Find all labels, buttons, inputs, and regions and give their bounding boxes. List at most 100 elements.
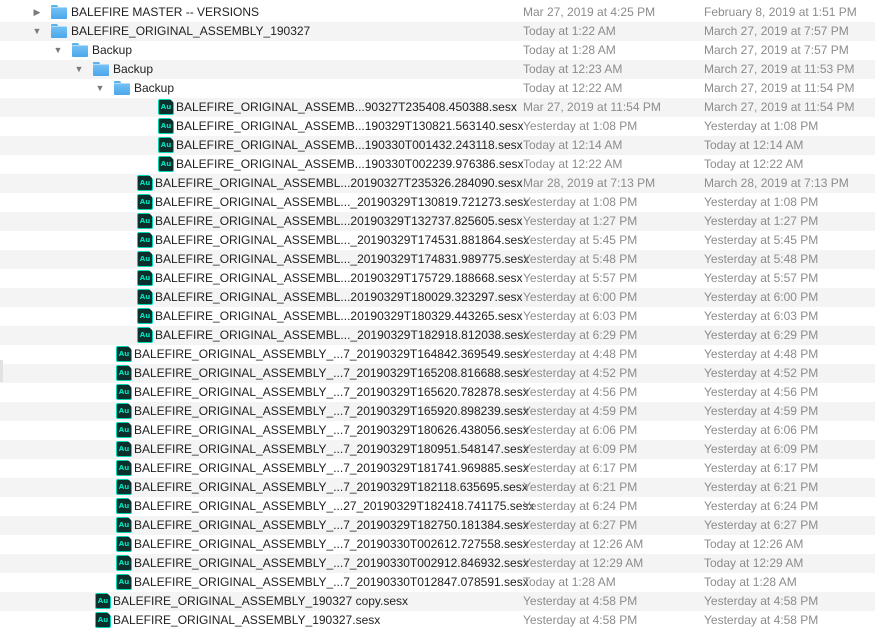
date-created: Yesterday at 4:58 PM [704, 613, 819, 627]
file-row[interactable]: Au BALEFIRE_ORIGINAL_ASSEMBL..._20190329T… [0, 231, 875, 250]
date-created: March 27, 2019 at 11:54 PM [704, 100, 855, 114]
item-name: BALEFIRE_ORIGINAL_ASSEMBL..._20190329T18… [155, 328, 530, 342]
file-row[interactable]: Au BALEFIRE_ORIGINAL_ASSEMBLY_...7_201903… [0, 516, 875, 535]
audition-file-icon: Au [158, 99, 174, 115]
file-row[interactable]: Au BALEFIRE_ORIGINAL_ASSEMBLY_...7_201903… [0, 459, 875, 478]
file-row[interactable]: Au BALEFIRE_ORIGINAL_ASSEMBLY_190327.sesx… [0, 611, 875, 630]
file-row[interactable]: Au BALEFIRE_ORIGINAL_ASSEMBL..._20190329T… [0, 250, 875, 269]
item-name: BALEFIRE_ORIGINAL_ASSEMBLY_190327 copy.s… [113, 594, 409, 608]
date-created: Yesterday at 6:24 PM [704, 499, 819, 513]
item-name: BALEFIRE_ORIGINAL_ASSEMBLY_...7_20190329… [134, 442, 529, 456]
file-row[interactable]: Au BALEFIRE_ORIGINAL_ASSEMBLY_...7_201903… [0, 345, 875, 364]
item-name: BALEFIRE_ORIGINAL_ASSEMBLY_...7_20190329… [134, 385, 529, 399]
date-modified: Yesterday at 4:59 PM [523, 404, 638, 418]
date-modified: Yesterday at 12:26 AM [523, 537, 644, 551]
date-modified: Yesterday at 12:29 AM [523, 556, 644, 570]
folder-icon [72, 42, 88, 58]
file-row[interactable]: Au BALEFIRE_ORIGINAL_ASSEMBL...20190329T1… [0, 269, 875, 288]
date-created: March 27, 2019 at 11:54 PM [704, 81, 855, 95]
item-name: BALEFIRE_ORIGINAL_ASSEMBL...20190329T180… [155, 309, 523, 323]
audition-file-icon: Au [158, 118, 174, 134]
audition-file-icon: Au [95, 612, 111, 628]
date-created: Yesterday at 6:29 PM [704, 328, 819, 342]
folder-icon [114, 80, 130, 96]
audition-file-icon: Au [116, 460, 132, 476]
item-name: BALEFIRE_ORIGINAL_ASSEMBL...20190329T132… [155, 214, 523, 228]
date-modified: Today at 12:22 AM [523, 81, 623, 95]
item-name: BALEFIRE_ORIGINAL_ASSEMB...90327T235408.… [176, 100, 517, 114]
date-created: Yesterday at 6:09 PM [704, 442, 819, 456]
date-modified: Yesterday at 1:08 PM [523, 119, 638, 133]
date-created: Today at 12:26 AM [704, 537, 804, 551]
date-created: Yesterday at 1:08 PM [704, 195, 819, 209]
audition-file-icon: Au [137, 194, 153, 210]
date-modified: Today at 12:23 AM [523, 62, 623, 76]
file-row[interactable]: Au BALEFIRE_ORIGINAL_ASSEMBL...20190329T1… [0, 212, 875, 231]
file-row[interactable]: Au BALEFIRE_ORIGINAL_ASSEMB...190330T0014… [0, 136, 875, 155]
file-row[interactable]: Au BALEFIRE_ORIGINAL_ASSEMB...190330T0022… [0, 155, 875, 174]
disclosure-collapsed-icon[interactable]: ▶ [31, 3, 43, 22]
disclosure-expanded-icon[interactable]: ▼ [52, 41, 64, 60]
date-modified: Yesterday at 5:57 PM [523, 271, 638, 285]
audition-file-icon: Au [158, 156, 174, 172]
date-modified: Yesterday at 4:58 PM [523, 613, 638, 627]
date-created: Yesterday at 5:45 PM [704, 233, 819, 247]
date-modified: Mar 28, 2019 at 7:13 PM [523, 176, 656, 190]
file-row[interactable]: Au BALEFIRE_ORIGINAL_ASSEMBLY_...7_201903… [0, 421, 875, 440]
audition-file-icon: Au [137, 327, 153, 343]
file-row[interactable]: Au BALEFIRE_ORIGINAL_ASSEMBLY_190327 copy… [0, 592, 875, 611]
file-row[interactable]: Au BALEFIRE_ORIGINAL_ASSEMBLY_...7_201903… [0, 535, 875, 554]
date-modified: Today at 12:22 AM [523, 157, 623, 171]
folder-row[interactable]: ▶ BALEFIRE MASTER -- VERSIONS Mar 27, 2019… [0, 3, 875, 22]
folder-row[interactable]: ▼ BALEFIRE_ORIGINAL_ASSEMBLY_190327 Today … [0, 22, 875, 41]
folder-row[interactable]: ▼ Backup Today at 12:22 AM March 27, 2019 a… [0, 79, 875, 98]
file-row[interactable]: Au BALEFIRE_ORIGINAL_ASSEMBLY_...7_201903… [0, 402, 875, 421]
file-row[interactable]: Au BALEFIRE_ORIGINAL_ASSEMBLY_...7_201903… [0, 573, 875, 592]
date-modified: Yesterday at 6:03 PM [523, 309, 638, 323]
item-name: BALEFIRE_ORIGINAL_ASSEMBLY_...7_20190329… [134, 480, 528, 494]
file-row[interactable]: Au BALEFIRE_ORIGINAL_ASSEMBL..._20190329T… [0, 326, 875, 345]
item-name: BALEFIRE_ORIGINAL_ASSEMBL...20190327T235… [155, 176, 523, 190]
file-row[interactable]: Au BALEFIRE_ORIGINAL_ASSEMB...90327T23540… [0, 98, 875, 117]
date-modified: Mar 27, 2019 at 4:25 PM [523, 5, 656, 19]
date-created: Today at 12:29 AM [704, 556, 804, 570]
file-row[interactable]: Au BALEFIRE_ORIGINAL_ASSEMBLY_...27_20190… [0, 497, 875, 516]
disclosure-expanded-icon[interactable]: ▼ [73, 60, 85, 79]
file-row[interactable]: Au BALEFIRE_ORIGINAL_ASSEMBLY_...7_201903… [0, 554, 875, 573]
item-name: BALEFIRE_ORIGINAL_ASSEMBLY_...7_20190330… [134, 575, 529, 589]
file-row[interactable]: Au BALEFIRE_ORIGINAL_ASSEMBL...20190329T1… [0, 307, 875, 326]
date-modified: Today at 1:22 AM [523, 24, 616, 38]
file-row[interactable]: Au BALEFIRE_ORIGINAL_ASSEMB...190329T1308… [0, 117, 875, 136]
file-row[interactable]: Au BALEFIRE_ORIGINAL_ASSEMBL...20190329T1… [0, 288, 875, 307]
date-modified: Yesterday at 5:45 PM [523, 233, 638, 247]
date-created: February 8, 2019 at 1:51 PM [704, 5, 857, 19]
file-row[interactable]: Au BALEFIRE_ORIGINAL_ASSEMBL..._20190329T… [0, 193, 875, 212]
date-modified: Yesterday at 6:24 PM [523, 499, 638, 513]
date-modified: Yesterday at 6:00 PM [523, 290, 638, 304]
item-name: BALEFIRE_ORIGINAL_ASSEMBLY_190327.sesx [113, 613, 381, 627]
item-name: BALEFIRE_ORIGINAL_ASSEMBL...20190329T180… [155, 290, 523, 304]
folder-row[interactable]: ▼ Backup Today at 1:28 AM March 27, 2019 at… [0, 41, 875, 60]
date-modified: Yesterday at 5:48 PM [523, 252, 638, 266]
file-row[interactable]: Au BALEFIRE_ORIGINAL_ASSEMBLY_...7_201903… [0, 440, 875, 459]
finder-list-view: { "file_list": { "rows": [ {"kind":"fold… [0, 0, 875, 636]
audition-file-icon: Au [158, 137, 174, 153]
date-modified: Yesterday at 1:27 PM [523, 214, 638, 228]
audition-file-icon: Au [137, 289, 153, 305]
file-row[interactable]: Au BALEFIRE_ORIGINAL_ASSEMBL...20190327T2… [0, 174, 875, 193]
date-created: Yesterday at 4:52 PM [704, 366, 819, 380]
audition-file-icon: Au [116, 346, 132, 362]
audition-file-icon: Au [116, 517, 132, 533]
date-created: March 27, 2019 at 7:57 PM [704, 24, 849, 38]
date-created: March 27, 2019 at 7:57 PM [704, 43, 849, 57]
folder-row[interactable]: ▼ Backup Today at 12:23 AM March 27, 2019 a… [0, 60, 875, 79]
file-row[interactable]: Au BALEFIRE_ORIGINAL_ASSEMBLY_...7_201903… [0, 364, 875, 383]
disclosure-expanded-icon[interactable]: ▼ [94, 79, 106, 98]
file-row[interactable]: Au BALEFIRE_ORIGINAL_ASSEMBLY_...7_201903… [0, 478, 875, 497]
date-modified: Yesterday at 6:27 PM [523, 518, 638, 532]
item-name: BALEFIRE_ORIGINAL_ASSEMBL..._20190329T17… [155, 233, 530, 247]
date-created: Yesterday at 4:56 PM [704, 385, 819, 399]
window-edge [0, 360, 3, 382]
file-row[interactable]: Au BALEFIRE_ORIGINAL_ASSEMBLY_...7_201903… [0, 383, 875, 402]
disclosure-expanded-icon[interactable]: ▼ [31, 22, 43, 41]
